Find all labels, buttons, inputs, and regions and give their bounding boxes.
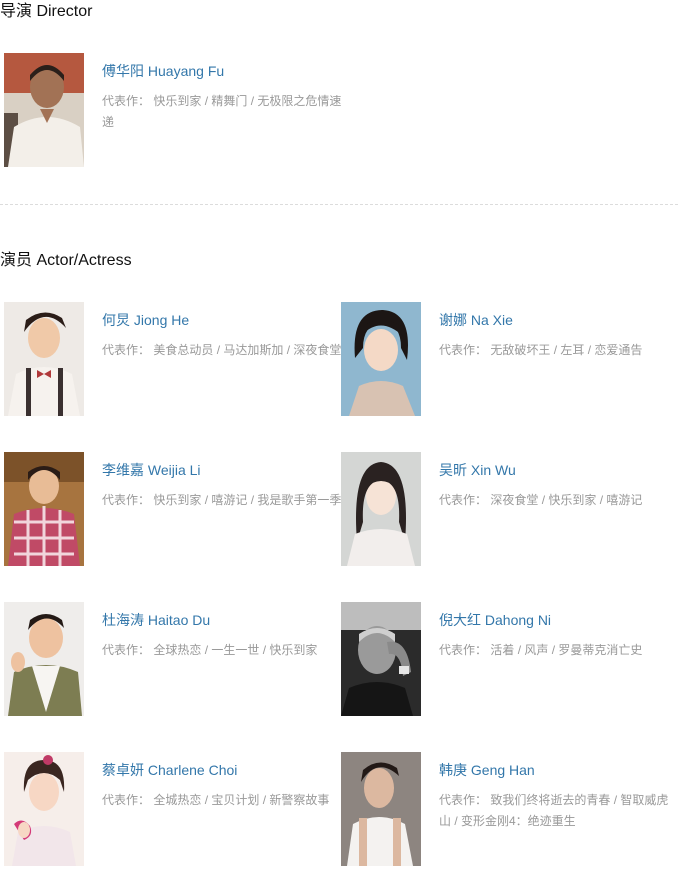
- actor-card: 何炅 Jiong He 代表作： 美食总动员 / 马达加斯加 / 深夜食堂: [4, 302, 341, 417]
- representative-works: 代表作： 全城热恋 / 宝贝计划 / 新警察故事: [102, 790, 342, 811]
- works-list: 无敌破坏王 / 左耳 / 恋爱通告: [490, 343, 643, 357]
- representative-works: 代表作： 快乐到家 / 嘻游记 / 我是歌手第一季: [102, 490, 342, 511]
- portrait-image: [4, 302, 84, 416]
- section-divider: [0, 204, 678, 205]
- portrait-image: [341, 752, 421, 866]
- representative-works: 代表作： 快乐到家 / 精舞门 / 无极限之危情速递: [102, 91, 342, 133]
- person-name[interactable]: 杜海涛 Haitao Du: [102, 610, 210, 630]
- actor-photo[interactable]: [341, 302, 421, 416]
- representative-works: 代表作： 无敌破坏王 / 左耳 / 恋爱通告: [439, 340, 679, 361]
- actor-card: 李维嘉 Weijia Li 代表作： 快乐到家 / 嘻游记 / 我是歌手第一季: [4, 452, 341, 567]
- actor-card: 韩庚 Geng Han 代表作： 致我们终将逝去的青春 / 智取威虎山 / 变形…: [341, 752, 678, 867]
- works-list: 活着 / 风声 / 罗曼蒂克消亡史: [490, 643, 643, 657]
- works-list: 全球热恋 / 一生一世 / 快乐到家: [153, 643, 318, 657]
- person-name[interactable]: 何炅 Jiong He: [102, 310, 189, 330]
- representative-works: 代表作： 致我们终将逝去的青春 / 智取威虎山 / 变形金刚4：绝迹重生: [439, 790, 679, 832]
- works-label: 代表作：: [102, 493, 151, 507]
- works-list: 全城热恋 / 宝贝计划 / 新警察故事: [153, 793, 330, 807]
- actor-photo[interactable]: [4, 752, 84, 866]
- actor-card: 杜海涛 Haitao Du 代表作： 全球热恋 / 一生一世 / 快乐到家: [4, 602, 341, 717]
- representative-works: 代表作： 全球热恋 / 一生一世 / 快乐到家: [102, 640, 342, 661]
- person-name[interactable]: 韩庚 Geng Han: [439, 760, 535, 780]
- actor-photo[interactable]: [4, 452, 84, 566]
- portrait-image: [4, 752, 84, 866]
- person-name[interactable]: 李维嘉 Weijia Li: [102, 460, 201, 480]
- director-card: 傅华阳 Huayang Fu 代表作： 快乐到家 / 精舞门 / 无极限之危情速…: [4, 53, 341, 168]
- person-name[interactable]: 吴昕 Xin Wu: [439, 460, 516, 480]
- actor-section-title: 演员 Actor/Actress: [0, 252, 132, 269]
- works-label: 代表作：: [102, 343, 151, 357]
- works-label: 代表作：: [439, 643, 488, 657]
- actor-card: 蔡卓妍 Charlene Choi 代表作： 全城热恋 / 宝贝计划 / 新警察…: [4, 752, 341, 867]
- actor-photo[interactable]: [4, 302, 84, 416]
- person-name[interactable]: 蔡卓妍 Charlene Choi: [102, 760, 237, 780]
- portrait-image: [341, 452, 421, 566]
- person-name[interactable]: 倪大红 Dahong Ni: [439, 610, 551, 630]
- portrait-image: [4, 53, 84, 167]
- works-label: 代表作：: [102, 793, 151, 807]
- representative-works: 代表作： 美食总动员 / 马达加斯加 / 深夜食堂: [102, 340, 342, 361]
- director-section-title: 导演 Director: [0, 3, 93, 20]
- works-list: 深夜食堂 / 快乐到家 / 嘻游记: [490, 493, 643, 507]
- person-name[interactable]: 谢娜 Na Xie: [439, 310, 513, 330]
- actor-card: 谢娜 Na Xie 代表作： 无敌破坏王 / 左耳 / 恋爱通告: [341, 302, 678, 417]
- representative-works: 代表作： 深夜食堂 / 快乐到家 / 嘻游记: [439, 490, 679, 511]
- representative-works: 代表作： 活着 / 风声 / 罗曼蒂克消亡史: [439, 640, 679, 661]
- works-label: 代表作：: [439, 343, 488, 357]
- actor-card: 倪大红 Dahong Ni 代表作： 活着 / 风声 / 罗曼蒂克消亡史: [341, 602, 678, 717]
- works-label: 代表作：: [102, 643, 151, 657]
- portrait-image: [341, 302, 421, 416]
- works-label: 代表作：: [102, 94, 151, 108]
- actor-photo[interactable]: [341, 752, 421, 866]
- works-list: 美食总动员 / 马达加斯加 / 深夜食堂: [153, 343, 342, 357]
- actor-card: 吴昕 Xin Wu 代表作： 深夜食堂 / 快乐到家 / 嘻游记: [341, 452, 678, 567]
- person-name[interactable]: 傅华阳 Huayang Fu: [102, 61, 224, 81]
- actor-photo[interactable]: [341, 602, 421, 716]
- director-photo[interactable]: [4, 53, 84, 167]
- portrait-image: [4, 452, 84, 566]
- works-list: 快乐到家 / 嘻游记 / 我是歌手第一季: [153, 493, 342, 507]
- portrait-image: [341, 602, 421, 716]
- actor-photo[interactable]: [4, 602, 84, 716]
- portrait-image: [4, 602, 84, 716]
- works-label: 代表作：: [439, 493, 488, 507]
- actor-photo[interactable]: [341, 452, 421, 566]
- works-label: 代表作：: [439, 793, 488, 807]
